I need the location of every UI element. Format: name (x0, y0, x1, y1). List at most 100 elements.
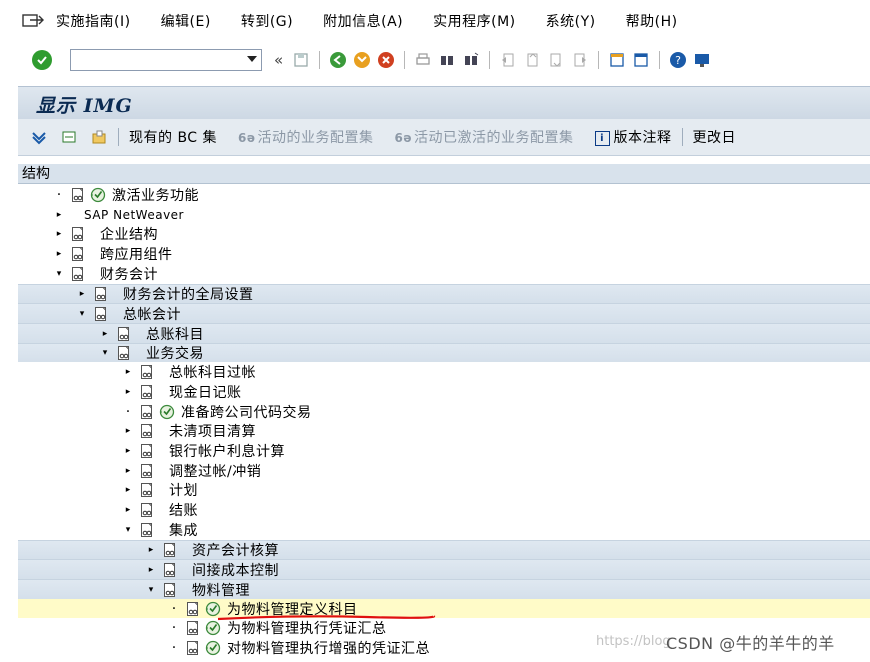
where-used-icon[interactable] (60, 128, 78, 146)
find-next-icon[interactable] (462, 51, 480, 69)
documentation-glasses-icon[interactable] (93, 306, 109, 322)
current-bc-set-button[interactable]: 现有的 BC 集 (129, 127, 217, 147)
help-icon[interactable]: ? (669, 51, 687, 69)
find-icon[interactable] (438, 51, 456, 69)
collapse-node-icon[interactable]: ▾ (100, 348, 110, 358)
tree-node[interactable]: ▸ 结账 (18, 500, 870, 520)
documentation-glasses-icon[interactable] (93, 286, 109, 302)
expand-node-icon[interactable]: ▸ (123, 387, 133, 397)
documentation-glasses-icon[interactable] (185, 640, 201, 656)
release-notes-button[interactable]: i 版本注释 (594, 127, 672, 147)
documentation-glasses-icon[interactable] (162, 542, 178, 558)
active-bc-set-button[interactable]: 6ə 活动的业务配置集 (238, 127, 374, 147)
documentation-glasses-icon[interactable] (139, 443, 155, 459)
chevron-down-icon[interactable] (247, 56, 257, 62)
tree-node[interactable]: ▸ 未清项目清算 (18, 421, 870, 442)
documentation-glasses-icon[interactable] (139, 522, 155, 538)
tree-node[interactable]: ▸ 计划 (18, 480, 870, 501)
expand-node-icon[interactable]: ▸ (146, 565, 156, 575)
documentation-glasses-icon[interactable] (139, 384, 155, 400)
tree-node[interactable]: · 激活业务功能 (18, 185, 870, 205)
tree-node[interactable]: ▾ 集成 (18, 519, 870, 540)
tree-node[interactable]: ▾ 财务会计 (18, 263, 870, 284)
documentation-glasses-icon[interactable] (70, 226, 86, 242)
documentation-glasses-icon[interactable] (185, 601, 201, 617)
cancel-icon[interactable] (377, 51, 395, 69)
tree-node[interactable]: ▸ 间接成本控制 (18, 559, 870, 580)
tree-node[interactable]: ▸ 跨应用组件 (18, 244, 870, 264)
documentation-glasses-icon[interactable] (139, 404, 155, 420)
expand-node-icon[interactable]: ▸ (146, 545, 156, 555)
documentation-glasses-icon[interactable] (162, 582, 178, 598)
tree-node[interactable]: ▸ 总账科目 (18, 322, 870, 344)
tree-node[interactable]: ▸ 财务会计的全局设置 (18, 283, 870, 305)
tree-node[interactable]: ▸ 资产会计核算 (18, 539, 870, 561)
tree-node[interactable]: · 准备跨公司代码交易 (18, 401, 870, 422)
collapse-node-icon[interactable]: ▾ (123, 525, 133, 535)
menu-implementation-guide[interactable]: 实施指南(I) (56, 11, 131, 31)
execute-activity-icon[interactable] (159, 404, 175, 420)
command-field[interactable] (70, 49, 262, 71)
folder-icon[interactable] (90, 128, 108, 146)
print-icon[interactable] (414, 51, 432, 69)
expand-node-icon[interactable]: ▸ (123, 485, 133, 495)
documentation-glasses-icon[interactable] (139, 423, 155, 439)
documentation-glasses-icon[interactable] (116, 345, 132, 361)
save-icon[interactable] (292, 51, 310, 69)
documentation-glasses-icon[interactable] (185, 620, 201, 636)
expand-node-icon[interactable]: ▸ (123, 466, 133, 476)
documentation-glasses-icon[interactable] (139, 482, 155, 498)
menu-goto[interactable]: 转到(G) (241, 11, 293, 31)
menu-extras[interactable]: 附加信息(A) (323, 11, 403, 31)
collapse-node-icon[interactable]: ▾ (146, 585, 156, 595)
tree-node[interactable]: ▸ 银行帐户利息计算 (18, 441, 870, 461)
documentation-glasses-icon[interactable] (70, 266, 86, 282)
execute-activity-icon[interactable] (90, 187, 106, 203)
tree-node[interactable]: ▾ 物料管理 (18, 579, 870, 600)
execute-activity-icon[interactable] (205, 640, 221, 656)
exit-yellow-icon[interactable] (353, 51, 371, 69)
documentation-glasses-icon[interactable] (162, 562, 178, 578)
customize-layout-icon[interactable] (693, 51, 711, 69)
tree-node[interactable]: ▸ 调整过帐/冲销 (18, 460, 870, 481)
back-icon[interactable] (329, 51, 347, 69)
tree-node[interactable]: ▾ 总帐会计 (18, 303, 870, 324)
collapse-toolbar-icon[interactable]: « (274, 51, 283, 69)
tree-node[interactable]: ▸ 现金日记账 (18, 382, 870, 402)
enter-check-icon[interactable] (32, 50, 52, 70)
previous-page-icon[interactable] (523, 51, 541, 69)
documentation-glasses-icon[interactable] (70, 246, 86, 262)
expand-node-icon[interactable]: ▸ (54, 229, 64, 239)
expand-node-icon[interactable]: ▸ (123, 505, 133, 515)
collapse-node-icon[interactable]: ▾ (54, 269, 64, 279)
activated-bc-set-button[interactable]: 6ə 活动已激活的业务配置集 (395, 127, 574, 147)
documentation-glasses-icon[interactable] (139, 502, 155, 518)
documentation-glasses-icon[interactable] (116, 326, 132, 342)
documentation-glasses-icon[interactable] (139, 463, 155, 479)
tree-node[interactable]: ▸ 总帐科目过帐 (18, 362, 870, 382)
tree-node[interactable]: ▾ 业务交易 (18, 342, 870, 364)
menu-help[interactable]: 帮助(H) (626, 11, 678, 31)
expand-node-icon[interactable]: ▸ (123, 367, 133, 377)
tree-node[interactable]: · 为物料管理定义科目 (18, 598, 870, 619)
shortcut-icon[interactable] (632, 51, 650, 69)
collapse-node-icon[interactable]: ▾ (77, 309, 87, 319)
menu-edit[interactable]: 编辑(E) (161, 11, 211, 31)
next-page-icon[interactable] (547, 51, 565, 69)
expand-node-icon[interactable]: ▸ (100, 329, 110, 339)
menu-utilities[interactable]: 实用程序(M) (433, 11, 516, 31)
last-page-icon[interactable] (571, 51, 589, 69)
expand-node-icon[interactable]: ▸ (54, 210, 64, 220)
tree-node[interactable]: ▸ 企业结构 (18, 224, 870, 245)
new-session-icon[interactable] (608, 51, 626, 69)
expand-node-icon[interactable]: ▸ (123, 426, 133, 436)
expand-node-icon[interactable]: ▸ (54, 249, 64, 259)
documentation-glasses-icon[interactable] (70, 187, 86, 203)
expand-node-icon[interactable]: ▸ (77, 289, 87, 299)
menu-system[interactable]: 系统(Y) (546, 11, 596, 31)
first-page-icon[interactable] (499, 51, 517, 69)
expand-node-icon[interactable]: ▸ (123, 446, 133, 456)
documentation-glasses-icon[interactable] (139, 364, 155, 380)
change-log-button[interactable]: 更改日 (693, 127, 737, 147)
expand-subtree-icon[interactable] (30, 128, 48, 146)
